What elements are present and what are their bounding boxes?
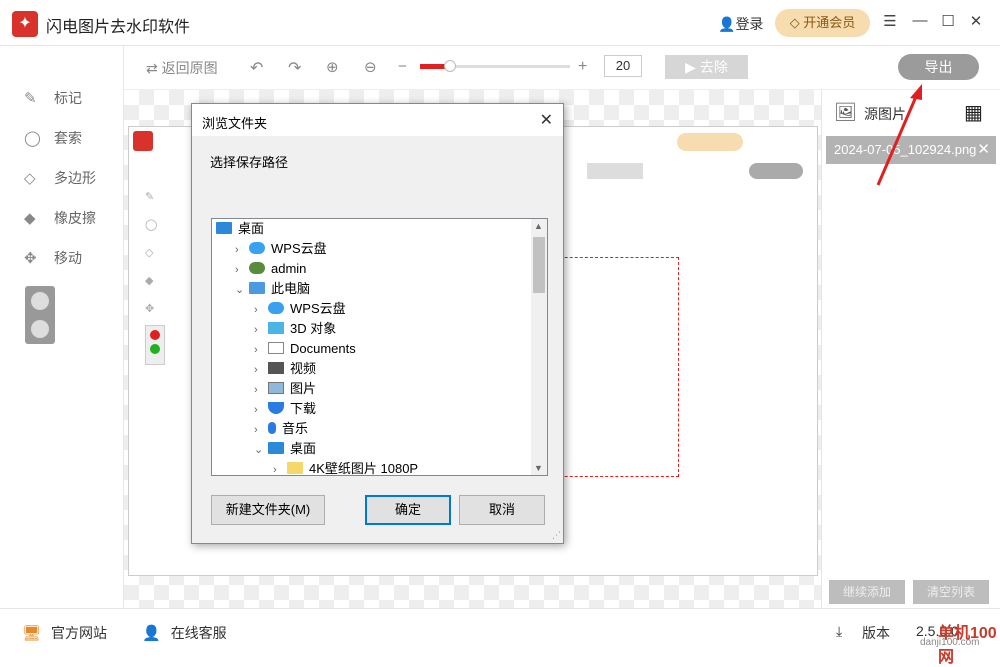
tree-row-label: 视频 <box>290 361 317 376</box>
tree-row[interactable]: › WPS云盘 <box>254 299 346 319</box>
tree-row-label: 此电脑 <box>271 281 311 296</box>
expand-chevron-icon[interactable]: › <box>254 400 268 420</box>
video-icon <box>268 362 284 374</box>
tree-row[interactable]: › 视频 <box>254 359 316 379</box>
tree-row-label: WPS云盘 <box>290 301 346 316</box>
folder-icon <box>287 462 303 474</box>
tree-row-label: WPS云盘 <box>271 241 327 256</box>
collapse-chevron-icon[interactable]: ⌄ <box>235 280 249 300</box>
cloud-icon <box>268 302 284 314</box>
new-folder-button[interactable]: 新建文件夹(M) <box>211 495 325 525</box>
scroll-down-icon[interactable]: ▼ <box>534 463 543 473</box>
ok-button[interactable]: 确定 <box>365 495 451 525</box>
tree-row-label: 下载 <box>290 401 317 416</box>
tree-row[interactable]: › 图片 <box>254 379 316 399</box>
cancel-button[interactable]: 取消 <box>459 495 545 525</box>
expand-chevron-icon[interactable]: › <box>254 420 268 440</box>
tree-row[interactable]: › 下载 <box>254 399 316 419</box>
folder-tree[interactable]: ▲ ▼ 桌面 › WPS云盘 › admin ⌄ 此电脑 › WPS云盘 › 3D 对象 › Docum… <box>211 218 548 476</box>
tree-row-label: 4K壁纸图片 1080P <box>309 461 419 476</box>
tree-row[interactable]: ⌄ 此电脑 <box>235 279 310 299</box>
tree-row-label: 桌面 <box>238 221 265 236</box>
desktop-icon <box>216 222 232 234</box>
tree-row-label: 桌面 <box>290 441 317 456</box>
tree-row-label: Documents <box>290 341 356 356</box>
picture-icon <box>268 382 284 394</box>
collapse-chevron-icon[interactable]: ⌄ <box>254 440 268 460</box>
tree-row[interactable]: 桌面 <box>216 219 264 239</box>
tree-row-label: 音乐 <box>282 421 309 436</box>
computer-icon <box>249 282 265 294</box>
expand-chevron-icon[interactable]: › <box>254 360 268 380</box>
expand-chevron-icon[interactable]: › <box>235 260 249 280</box>
scroll-up-icon[interactable]: ▲ <box>534 221 543 231</box>
dialog-title: 浏览文件夹 <box>202 116 268 131</box>
expand-chevron-icon[interactable]: › <box>235 240 249 260</box>
desktop-icon <box>268 442 284 454</box>
expand-chevron-icon[interactable]: › <box>254 320 268 340</box>
tree-row-label: 图片 <box>290 381 317 396</box>
arrow-to-export <box>876 84 922 186</box>
music-icon <box>268 422 276 434</box>
tree-row-label: 3D 对象 <box>290 321 337 336</box>
user-icon <box>249 262 265 274</box>
cloud-icon <box>249 242 265 254</box>
tree-row-label: admin <box>271 261 307 276</box>
tree-row[interactable]: › 音乐 <box>254 419 308 439</box>
dialog-prompt: 选择保存路径 <box>210 155 289 170</box>
download-icon <box>268 402 284 414</box>
tree-row[interactable]: › WPS云盘 <box>235 239 327 259</box>
tree-row[interactable]: › Documents <box>254 339 356 359</box>
expand-chevron-icon[interactable]: › <box>254 300 268 320</box>
browse-folder-dialog: 浏览文件夹 ✕ 选择保存路径 ▲ ▼ 桌面 › WPS云盘 › admin ⌄ 此电脑 › WP… <box>191 103 564 544</box>
expand-chevron-icon[interactable]: › <box>273 460 287 475</box>
tree-row[interactable]: › admin <box>235 259 306 279</box>
doc-icon <box>268 342 284 354</box>
expand-chevron-icon[interactable]: › <box>254 380 268 400</box>
tree-row[interactable]: › 3D 对象 <box>254 319 336 339</box>
dialog-titlebar: 浏览文件夹 ✕ <box>192 104 563 136</box>
expand-chevron-icon[interactable]: › <box>254 340 268 360</box>
tree-row[interactable]: › 4K壁纸图片 1080P <box>273 459 419 476</box>
cube-icon <box>268 322 284 334</box>
resize-grip-icon[interactable]: ⋰ <box>552 530 561 541</box>
dialog-close-icon[interactable]: ✕ <box>540 110 553 130</box>
tree-row[interactable]: ⌄ 桌面 <box>254 439 316 459</box>
tree-scrollbar[interactable]: ▲ ▼ <box>531 219 547 475</box>
scroll-thumb[interactable] <box>533 237 545 293</box>
